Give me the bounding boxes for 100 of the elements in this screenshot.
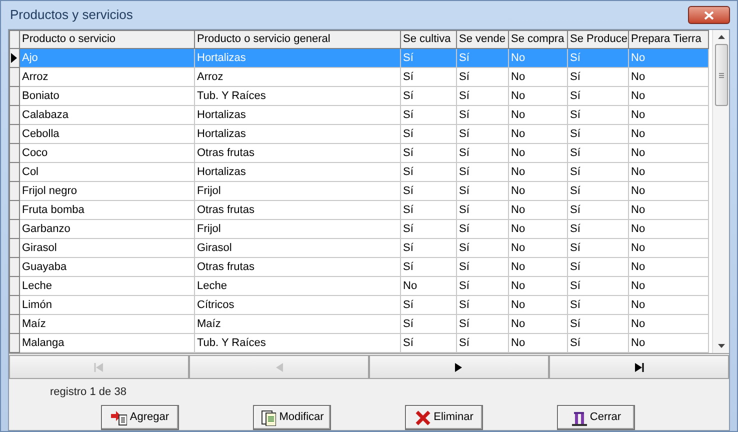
table-cell: Sí — [400, 200, 456, 220]
navigation-button[interactable] — [189, 355, 369, 379]
table-cell: Guayaba — [20, 258, 194, 276]
table-cell: No — [508, 296, 568, 314]
table-cell: Sí — [456, 68, 508, 86]
table-cell: Maíz — [20, 314, 194, 334]
column-header[interactable]: Producto o servicio — [20, 30, 194, 48]
table-cell: Sí — [568, 68, 628, 86]
column-header[interactable]: Se cultiva — [400, 30, 456, 48]
table-cell: No — [508, 238, 568, 258]
table-cell: No — [628, 162, 708, 182]
table-cell: Garbanzo — [20, 220, 194, 238]
table-cell: Sí — [568, 182, 628, 200]
table-cell: Girasol — [20, 238, 194, 258]
table-row[interactable]: Leche Leche No Sí No Sí No — [10, 276, 708, 296]
scroll-thumb[interactable] — [714, 44, 728, 106]
table-cell: Sí — [400, 106, 456, 124]
table-cell: Hortalizas — [194, 124, 400, 144]
table-cell: No — [508, 334, 568, 352]
table-cell: Hortalizas — [194, 106, 400, 124]
edit-button[interactable]: Modificar — [253, 405, 331, 430]
table-cell: Hortalizas — [194, 162, 400, 182]
column-header[interactable]: Se compra — [508, 30, 568, 48]
table-cell: No — [508, 124, 568, 144]
table-cell: No — [508, 314, 568, 334]
table-cell: Cítricos — [194, 296, 400, 314]
table-cell: Cebolla — [20, 124, 194, 144]
delete-button[interactable]: Eliminar — [405, 405, 483, 430]
table-cell: Calabaza — [20, 106, 194, 124]
table-cell: Otras frutas — [194, 200, 400, 220]
table-row[interactable]: Col Hortalizas Sí Sí No Sí No — [10, 162, 708, 182]
table-cell: No — [628, 86, 708, 106]
table-cell: No — [400, 276, 456, 296]
table-row[interactable]: Garbanzo Frijol Sí Sí No Sí No — [10, 220, 708, 238]
table-cell: Leche — [194, 276, 400, 296]
table-row[interactable]: Arroz Arroz Sí Sí No Sí No — [10, 68, 708, 86]
table-cell: Sí — [456, 238, 508, 258]
table-cell: Sí — [400, 220, 456, 238]
table-cell: No — [628, 220, 708, 238]
table-cell: Sí — [456, 258, 508, 276]
table-cell: No — [628, 124, 708, 144]
add-button[interactable]: Agregar — [101, 405, 179, 430]
navigation-button[interactable] — [369, 355, 549, 379]
table-cell: No — [508, 86, 568, 106]
table-cell: Fruta bomba — [20, 200, 194, 220]
document-icon — [260, 410, 276, 426]
table-row[interactable]: Fruta bomba Otras frutas Sí Sí No Sí No — [10, 200, 708, 220]
table-cell: Sí — [456, 162, 508, 182]
table-row[interactable]: Calabaza Hortalizas Sí Sí No Sí No — [10, 106, 708, 124]
table-cell: Frijol — [194, 220, 400, 238]
table-row[interactable]: Malanga Tub. Y Raíces Sí Sí No Sí No — [10, 334, 708, 352]
table-row[interactable]: Boniato Tub. Y Raíces Sí Sí No Sí No — [10, 86, 708, 106]
table-cell: No — [508, 48, 568, 68]
table-row[interactable]: Maíz Maíz Sí Sí No Sí No — [10, 314, 708, 334]
table-cell: Sí — [568, 238, 628, 258]
table-cell: Sí — [568, 276, 628, 296]
table-cell: Sí — [568, 258, 628, 276]
scroll-down-icon[interactable] — [718, 344, 724, 348]
table-cell: Sí — [456, 220, 508, 238]
column-header[interactable]: Producto o servicio general — [194, 30, 400, 48]
table-cell: Sí — [568, 334, 628, 352]
table-row[interactable]: Cebolla Hortalizas Sí Sí No Sí No — [10, 124, 708, 144]
table-cell: Sí — [400, 68, 456, 86]
close-button[interactable] — [688, 6, 730, 24]
table-cell: Sí — [568, 124, 628, 144]
table-row[interactable]: Frijol negro Frijol Sí Sí No Sí No — [10, 182, 708, 200]
table-cell: Sí — [400, 162, 456, 182]
table-cell: No — [508, 106, 568, 124]
table-cell: Sí — [568, 106, 628, 124]
table-cell: Sí — [400, 144, 456, 162]
table-cell: No — [508, 276, 568, 296]
table-cell: Leche — [20, 276, 194, 296]
column-header[interactable]: Se vende — [456, 30, 508, 48]
current-row-icon — [11, 53, 17, 63]
navigation-button[interactable] — [549, 355, 729, 379]
table-cell: No — [508, 162, 568, 182]
table-cell: No — [628, 276, 708, 296]
navigation-button[interactable] — [9, 355, 189, 379]
table-cell: Otras frutas — [194, 258, 400, 276]
table-row[interactable]: Girasol Girasol Sí Sí No Sí No — [10, 238, 708, 258]
scrollbar[interactable] — [712, 30, 729, 353]
table-row[interactable]: Coco Otras frutas Sí Sí No Sí No — [10, 144, 708, 162]
document-icon — [110, 410, 127, 426]
table-cell: Sí — [568, 162, 628, 182]
column-header[interactable]: Se Produce — [568, 30, 628, 48]
table-cell: Boniato — [20, 86, 194, 106]
table-row[interactable]: Guayaba Otras frutas Sí Sí No Sí No — [10, 258, 708, 276]
table-cell: Sí — [456, 296, 508, 314]
table-cell: Sí — [568, 144, 628, 162]
table-row[interactable]: Limón Cítricos Sí Sí No Sí No — [10, 296, 708, 314]
column-header[interactable]: Prepara Tierra — [628, 30, 708, 48]
table-cell: No — [628, 48, 708, 68]
table-cell: No — [628, 144, 708, 162]
table-cell: Sí — [456, 86, 508, 106]
table-cell: Col — [20, 162, 194, 182]
table-cell: Maíz — [194, 314, 400, 334]
close-button[interactable]: Cerrar — [557, 405, 635, 430]
scroll-up-icon[interactable] — [718, 35, 724, 39]
table-cell: No — [508, 200, 568, 220]
table-cell: Girasol — [194, 238, 400, 258]
